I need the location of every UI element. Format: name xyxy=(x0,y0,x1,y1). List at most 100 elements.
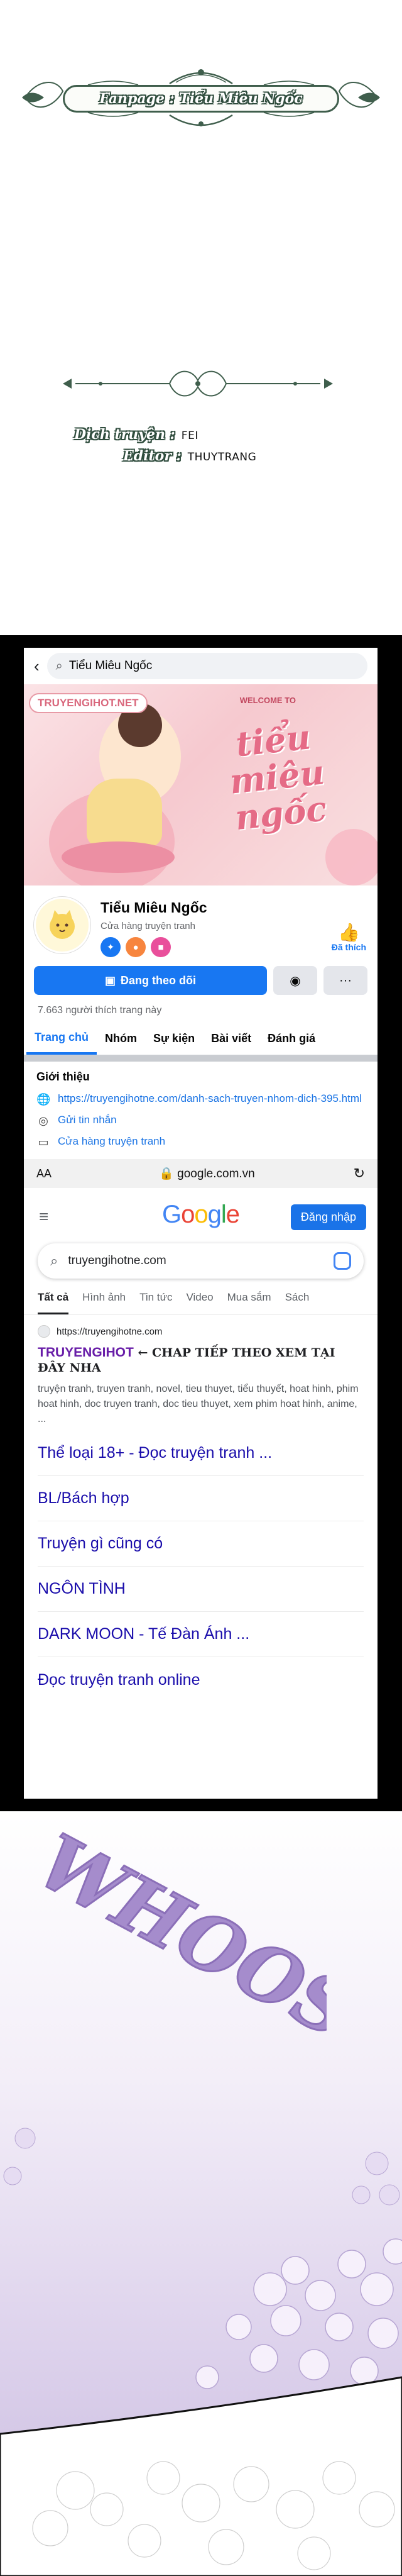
result-site-url: https://truyengihotne.com xyxy=(57,1326,163,1337)
google-logo-letter: o xyxy=(194,1201,208,1228)
result-title[interactable]: TRUYENGIHOT ← CHAP TIẾP THEO XEM TẠI ĐÂY… xyxy=(38,1345,364,1375)
likes-count: 7.663 người thích trang này xyxy=(38,1005,162,1016)
globe-icon: 🌐 xyxy=(36,1093,51,1106)
page-actions: ▣ Đang theo dõi ◉ ··· xyxy=(24,965,378,996)
intro-heading: Giới thiệu xyxy=(36,1070,90,1083)
site-favicon-icon xyxy=(38,1325,50,1338)
following-button[interactable]: ▣ Đang theo dõi xyxy=(34,966,267,995)
editor-label: Editor : xyxy=(123,448,182,464)
result-title-brand: TRUYENGIHOT xyxy=(38,1345,134,1360)
text-size-button[interactable]: AA xyxy=(36,1167,74,1180)
google-logo-letter: g xyxy=(207,1201,222,1228)
thumbs-up-icon: 👍 xyxy=(337,923,360,942)
messenger-icon: ◉ xyxy=(290,974,301,988)
fire-badge-icon[interactable]: ● xyxy=(126,937,146,957)
back-arrow-icon[interactable]: ‹ xyxy=(34,658,40,674)
liked-indicator[interactable]: 👍 Đã thích xyxy=(331,923,366,953)
translator-label: Dịch truyện : xyxy=(74,426,175,443)
tab-news[interactable]: Tin tức xyxy=(139,1291,172,1314)
result-site[interactable]: https://truyengihotne.com xyxy=(38,1325,364,1338)
editor-row: Editor : THUYTRANG xyxy=(123,448,256,464)
editor-value: THUYTRANG xyxy=(187,451,257,464)
cover-photo: TRUYENGIHOT.NET WELCOME TO tiểu miêu ngố… xyxy=(24,684,378,886)
tab-shopping[interactable]: Mua sắm xyxy=(227,1291,271,1314)
lens-icon[interactable] xyxy=(334,1252,351,1270)
sitelink-bl[interactable]: BL/Bách hợp xyxy=(38,1476,364,1521)
url-domain: 🔒 google.com.vn xyxy=(159,1167,255,1180)
google-logo-letter: e xyxy=(225,1201,240,1228)
messenger-button[interactable]: ◉ xyxy=(273,966,317,995)
cover-brand: TRUYENGIHOT.NET xyxy=(29,693,148,713)
google-header: ≡ Google Đăng nhập xyxy=(24,1188,378,1243)
phone-screenshot: ‹ ⌕ Tiểu Miêu Ngốc TRUYENGIHOT.NET WELCO… xyxy=(0,635,402,1811)
fanpage-text: Fanpage : Tiểu Miêu Ngốc xyxy=(99,91,303,107)
sitelink-dark-moon[interactable]: DARK MOON - Tế Đàn Ánh ... xyxy=(38,1612,364,1657)
tab-all[interactable]: Tất cả xyxy=(38,1291,69,1314)
page-category: Cửa hàng truyện tranh xyxy=(100,921,195,931)
whoosh-sfx-icon: WHOOSH xyxy=(24,1816,327,2092)
intro-message-row[interactable]: ◎ Gửi tin nhắn xyxy=(36,1114,365,1128)
cover-title: tiểu miêu ngốc xyxy=(227,716,329,838)
intro-section: Giới thiệu 🌐 https://truyengihotne.com/d… xyxy=(24,1062,378,1159)
sitelink-ngon-tinh[interactable]: NGÔN TÌNH xyxy=(38,1567,364,1612)
page-header: Tiểu Miêu Ngốc Cửa hàng truyện tranh ✦ ●… xyxy=(24,886,378,965)
search-icon: ⌕ xyxy=(55,658,63,673)
credits-section: Fanpage : Tiểu Miêu Ngốc Dịch truyện : F… xyxy=(0,0,402,635)
intro-message[interactable]: Gửi tin nhắn xyxy=(58,1114,117,1126)
page-avatar[interactable] xyxy=(34,897,90,953)
cat-logo-icon xyxy=(50,910,75,939)
sitelinks: Thể loại 18+ - Đọc truyện tranh ... BL/B… xyxy=(24,1427,378,1702)
tab-images[interactable]: Hình ảnh xyxy=(82,1291,126,1314)
browser-url-bar[interactable]: AA 🔒 google.com.vn ↻ xyxy=(24,1159,378,1188)
tab-reviews[interactable]: Đánh giá xyxy=(259,1023,323,1055)
tab-home[interactable]: Trang chủ xyxy=(26,1023,97,1055)
reload-icon[interactable]: ↻ xyxy=(340,1165,365,1182)
tab-events[interactable]: Sự kiện xyxy=(145,1023,203,1055)
liked-label: Đã thích xyxy=(331,942,366,952)
sign-in-button[interactable]: Đăng nhập xyxy=(290,1204,366,1230)
cover-welcome: WELCOME TO xyxy=(239,696,296,705)
facebook-search-bar[interactable]: ⌕ Tiểu Miêu Ngốc xyxy=(46,653,367,679)
intro-link[interactable]: https://truyengihotne.com/danh-sach-truy… xyxy=(58,1092,362,1105)
more-dots-icon: ··· xyxy=(339,973,352,987)
google-search-box[interactable]: ⌕ truyengihotne.com xyxy=(38,1243,364,1279)
search-result: https://truyengihotne.com TRUYENGIHOT ← … xyxy=(24,1315,378,1427)
tab-video[interactable]: Video xyxy=(186,1291,213,1314)
google-tabs: Tất cả Hình ảnh Tin tức Video Mua sắm Sá… xyxy=(24,1279,378,1315)
translator-value: FEI xyxy=(181,430,198,442)
search-query: truyengihotne.com xyxy=(68,1254,166,1267)
intro-shop-row[interactable]: ▭ Cửa hàng truyện tranh xyxy=(36,1135,365,1149)
section-separator xyxy=(24,1055,378,1062)
facebook-topbar: ‹ ⌕ Tiểu Miêu Ngốc xyxy=(24,648,378,684)
sitelink-18plus[interactable]: Thể loại 18+ - Đọc truyện tranh ... xyxy=(38,1431,364,1476)
google-logo-letter: G xyxy=(161,1201,182,1228)
following-label: Đang theo dõi xyxy=(121,974,196,987)
intro-shop[interactable]: Cửa hàng truyện tranh xyxy=(58,1135,165,1148)
shop-badge-icon[interactable]: ■ xyxy=(151,937,171,957)
whoosh-text: WHOOSH xyxy=(24,1818,327,2091)
phone-screen: ‹ ⌕ Tiểu Miêu Ngốc TRUYENGIHOT.NET WELCO… xyxy=(24,648,378,1799)
comic-panel: WHOOSH xyxy=(0,1811,402,2576)
messenger-badge-icon[interactable]: ✦ xyxy=(100,937,121,957)
lock-icon: 🔒 xyxy=(159,1167,178,1180)
google-logo-letter: o xyxy=(181,1201,195,1228)
page-tabs: Trang chủ Nhóm Sự kiện Bài viết Đánh giá xyxy=(24,1023,378,1055)
fanpage-pill: Fanpage : Tiểu Miêu Ngốc xyxy=(63,85,339,113)
sitelink-all[interactable]: Truyện gì cũng có xyxy=(38,1521,364,1567)
more-button[interactable]: ··· xyxy=(323,966,367,995)
search-text: Tiểu Miêu Ngốc xyxy=(68,659,153,672)
page-name: Tiểu Miêu Ngốc xyxy=(100,899,207,916)
ornament-divider-icon xyxy=(63,370,333,397)
fanpage-banner: Fanpage : Tiểu Miêu Ngốc xyxy=(19,66,383,129)
messenger-small-icon: ◎ xyxy=(38,1114,48,1127)
page-badges: ✦ ● ■ xyxy=(100,937,171,957)
bookmark-icon: ▣ xyxy=(104,974,116,987)
translator-row: Dịch truyện : FEI xyxy=(74,426,198,443)
sitelink-online[interactable]: Đọc truyện tranh online xyxy=(38,1657,364,1702)
tab-posts[interactable]: Bài viết xyxy=(203,1023,259,1055)
tab-books[interactable]: Sách xyxy=(285,1291,310,1314)
result-snippet: truyện tranh, truyen tranh, novel, tieu … xyxy=(38,1384,359,1424)
tab-groups[interactable]: Nhóm xyxy=(97,1023,145,1055)
folder-icon: ▭ xyxy=(38,1136,49,1148)
intro-website-row[interactable]: 🌐 https://truyengihotne.com/danh-sach-tr… xyxy=(36,1092,365,1106)
